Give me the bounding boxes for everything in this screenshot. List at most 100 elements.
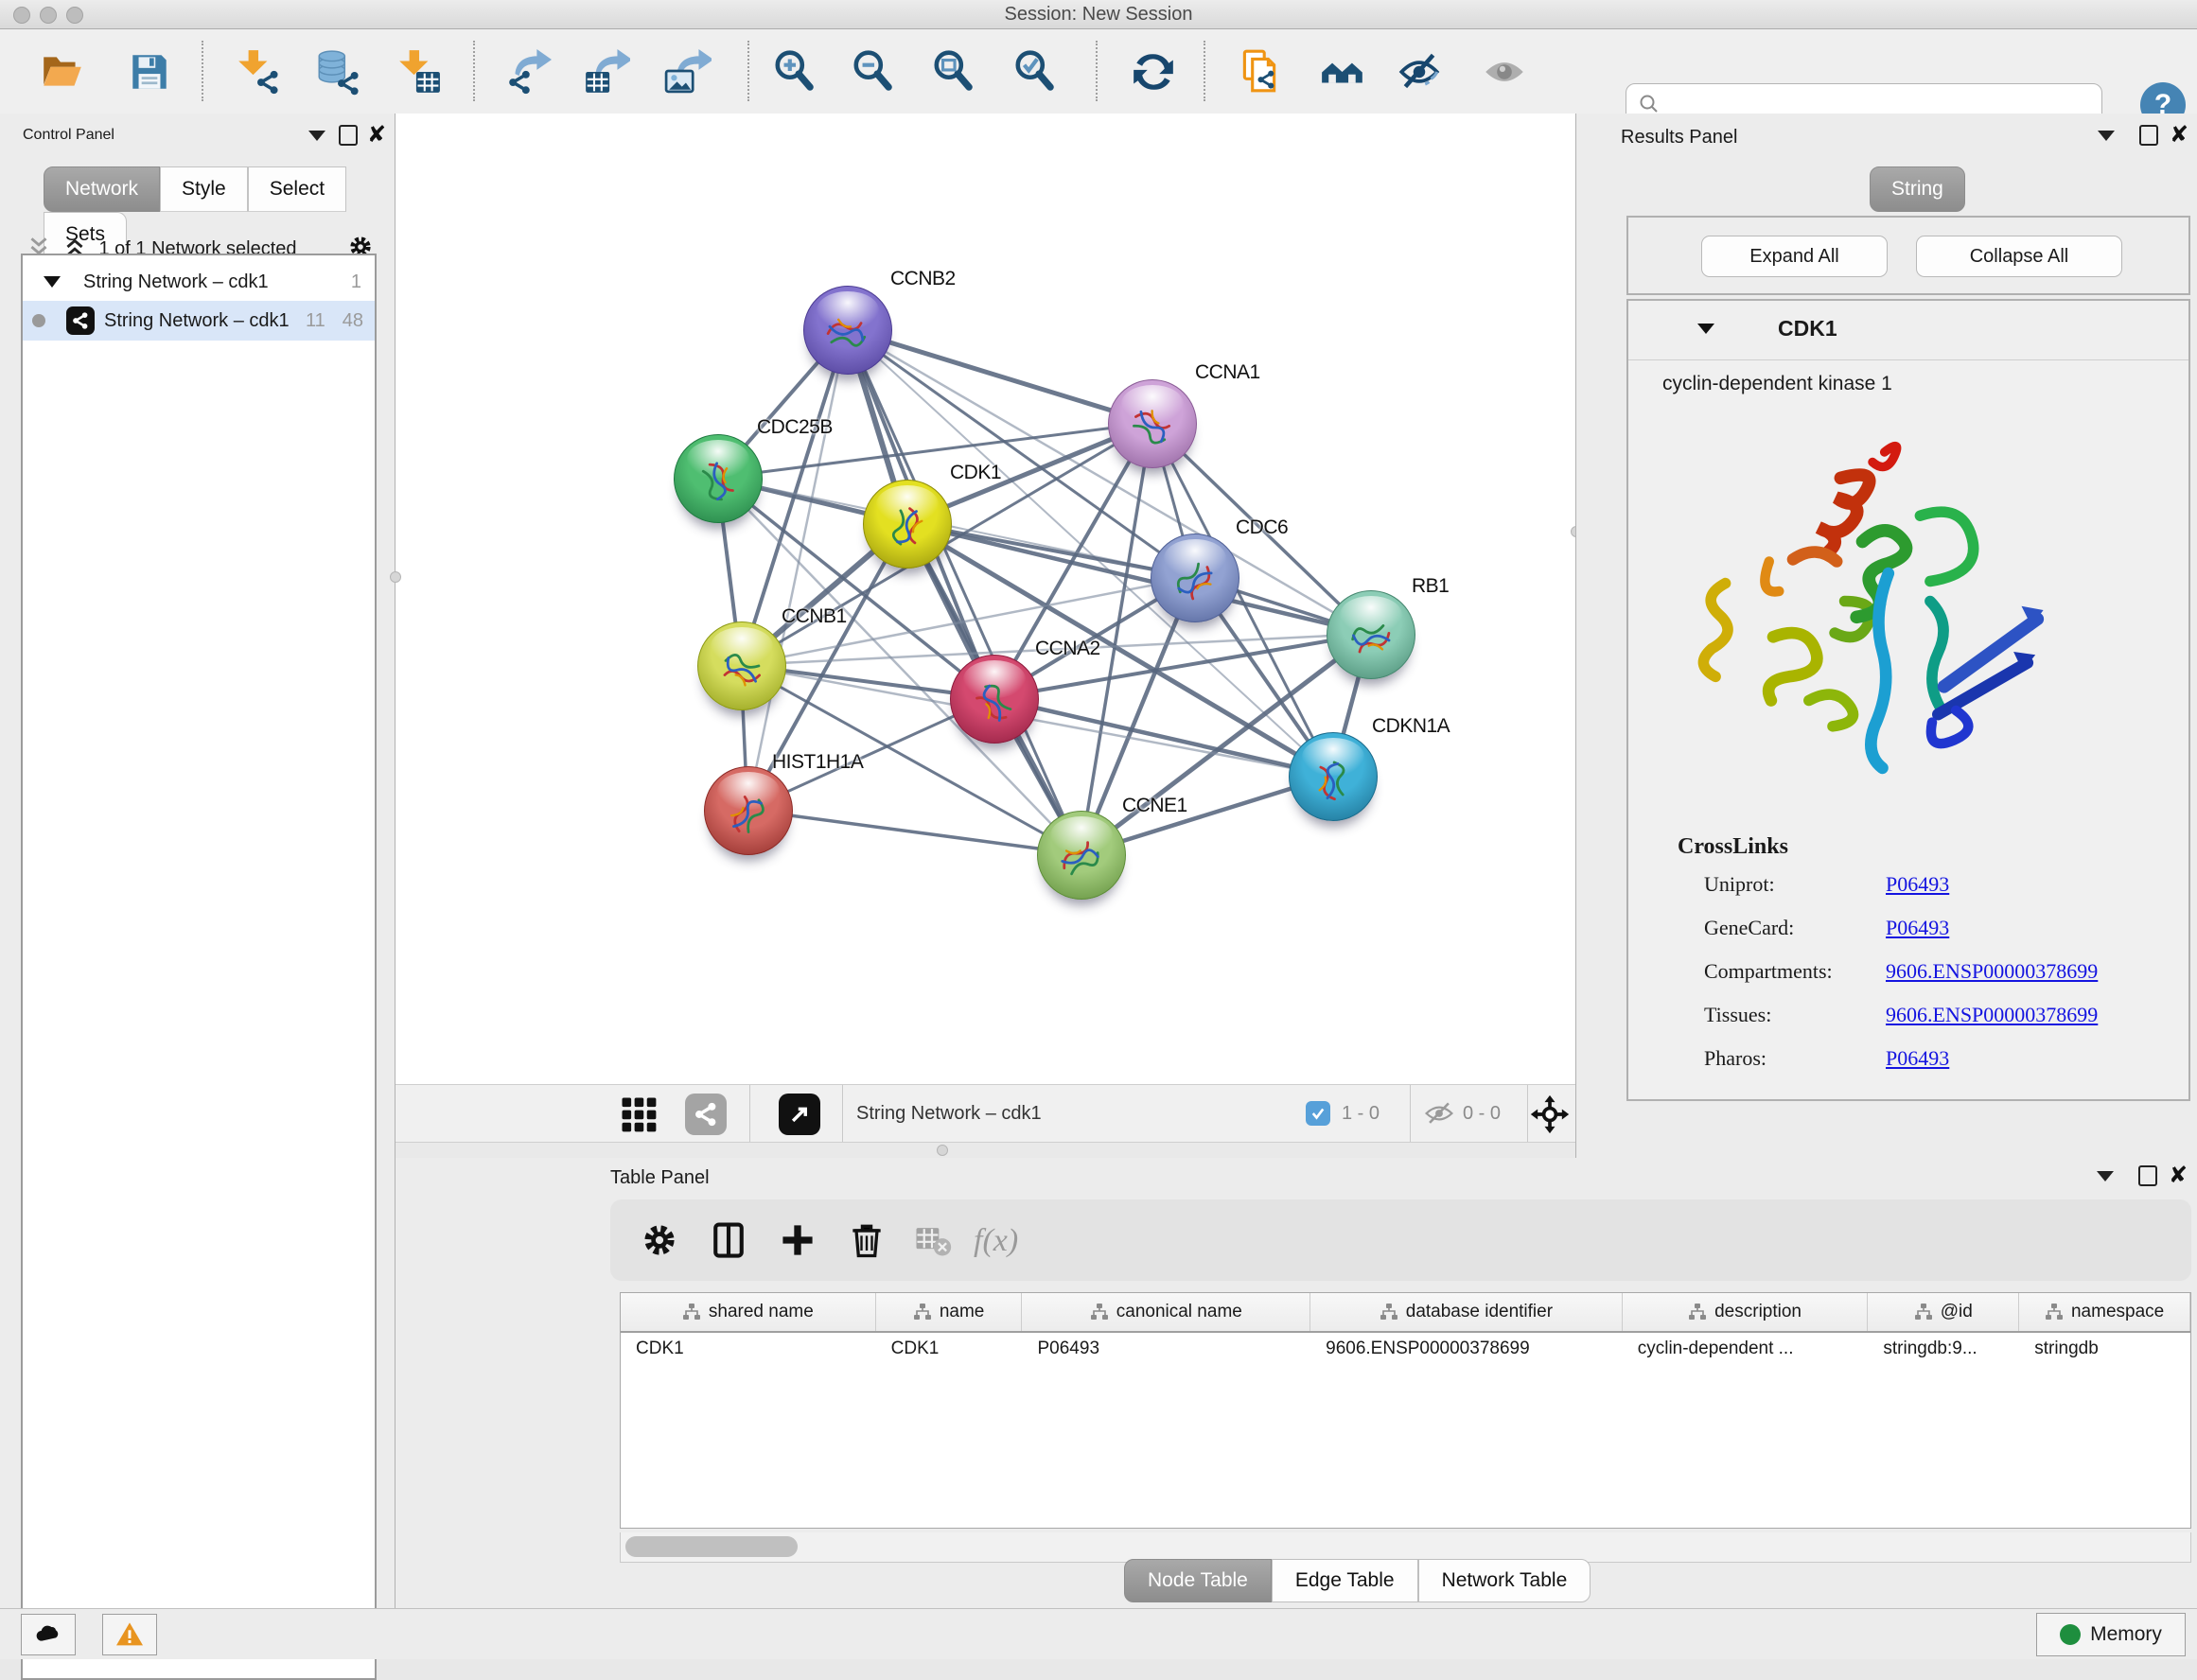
close-panel-icon[interactable]: ✘ [2169, 1167, 2188, 1184]
birdseye-view-icon[interactable] [779, 1094, 820, 1135]
clone-network-icon[interactable] [1236, 48, 1283, 96]
close-window-icon[interactable] [13, 7, 30, 24]
tab-select[interactable]: Select [248, 166, 346, 212]
open-session-icon[interactable] [39, 48, 86, 96]
column-header-namespace[interactable]: namespace [2019, 1293, 2190, 1331]
crosslink-link[interactable]: 9606.ENSP00000378699 [1886, 1003, 2098, 1027]
network-node-ccna1[interactable] [1108, 379, 1197, 468]
splitter-handle-icon[interactable] [937, 1145, 948, 1156]
zoom-out-icon[interactable] [850, 48, 897, 96]
function-builder-icon[interactable]: f(x) [972, 1219, 1040, 1261]
minimize-window-icon[interactable] [40, 7, 57, 24]
network-node-cdk1[interactable] [863, 480, 952, 569]
table-cell[interactable]: CDK1 [621, 1331, 876, 1367]
column-header-name[interactable]: name [876, 1293, 1023, 1331]
network-edge[interactable] [847, 329, 1081, 854]
zoom-window-icon[interactable] [66, 7, 83, 24]
table-cell[interactable]: stringdb:9... [1868, 1331, 2019, 1367]
crosslink-link[interactable]: P06493 [1886, 916, 1949, 940]
network-collection-row[interactable]: String Network – cdk1 1 [23, 263, 375, 301]
table-cell[interactable]: P06493 [1023, 1331, 1311, 1367]
crosslink-link[interactable]: P06493 [1886, 872, 1949, 897]
warnings-button[interactable] [102, 1614, 157, 1655]
network-node-hist1h1a[interactable] [704, 766, 793, 855]
protein-structure-thumbnail [1342, 612, 1399, 664]
scrollbar-thumb[interactable] [625, 1536, 798, 1557]
table-cell[interactable]: cyclin-dependent ... [1623, 1331, 1869, 1367]
share-view-icon[interactable] [685, 1094, 727, 1135]
show-panels-icon[interactable] [1481, 48, 1528, 96]
network-canvas[interactable]: CCNB2CCNA1CDC25BCDK1CDC6RB1CCNB1CCNA2CDK… [395, 114, 1575, 1084]
zoom-fit-icon[interactable] [930, 48, 977, 96]
add-column-icon[interactable] [777, 1219, 818, 1261]
left-splitter-handle-icon[interactable] [390, 571, 401, 583]
tab-edge-table[interactable]: Edge Table [1272, 1559, 1418, 1602]
import-network-icon[interactable] [234, 48, 281, 96]
table-cell[interactable]: 9606.ENSP00000378699 [1310, 1331, 1623, 1367]
string-home-icon[interactable] [1319, 48, 1366, 96]
table-cell[interactable]: CDK1 [876, 1331, 1023, 1367]
column-header-description[interactable]: description [1623, 1293, 1869, 1331]
column-header--id[interactable]: @id [1868, 1293, 2019, 1331]
table-row[interactable]: CDK1CDK1P064939606.ENSP00000378699cyclin… [621, 1331, 2190, 1367]
selected-count-checkbox[interactable] [1306, 1101, 1330, 1126]
memory-button[interactable]: Memory [2036, 1613, 2186, 1656]
tab-string[interactable]: String [1870, 166, 1965, 212]
zoom-selected-icon[interactable] [1011, 48, 1059, 96]
zoom-in-icon[interactable] [771, 48, 818, 96]
export-network-icon[interactable] [504, 48, 552, 96]
float-panel-icon[interactable] [2138, 1165, 2157, 1186]
float-panel-icon[interactable] [339, 125, 358, 146]
crosslink-link[interactable]: P06493 [1886, 1046, 1949, 1071]
show-columns-icon[interactable] [708, 1219, 749, 1261]
network-node-rb1[interactable] [1327, 590, 1415, 679]
panel-menu-icon[interactable] [2098, 131, 2115, 141]
network-edge[interactable] [747, 810, 1081, 854]
network-node-cdc6[interactable] [1151, 534, 1239, 622]
tab-node-table[interactable]: Node Table [1124, 1559, 1272, 1602]
delete-table-icon[interactable] [911, 1219, 953, 1261]
hide-panels-icon[interactable] [1396, 48, 1443, 96]
table-panel: Table Panel ✘ f(x) shared namenamecanoni… [395, 1158, 2197, 1608]
toolbar-separator [1096, 41, 1098, 101]
tree-expand-icon[interactable] [44, 276, 61, 288]
network-edge[interactable] [847, 329, 1370, 634]
float-panel-icon[interactable] [2139, 125, 2158, 146]
save-session-icon[interactable] [126, 48, 173, 96]
network-row-selected[interactable]: String Network – cdk1 11 48 [23, 301, 375, 341]
network-node-cdkn1a[interactable] [1289, 732, 1378, 821]
network-node-ccnb1[interactable] [697, 621, 786, 710]
close-panel-icon[interactable]: ✘ [367, 127, 386, 144]
network-node-ccnb2[interactable] [803, 286, 892, 375]
refresh-icon[interactable] [1130, 48, 1177, 96]
column-header-database-identifier[interactable]: database identifier [1310, 1293, 1623, 1331]
tab-style[interactable]: Style [160, 166, 248, 212]
tab-network-table[interactable]: Network Table [1418, 1559, 1591, 1602]
tab-network[interactable]: Network [44, 166, 160, 212]
panel-menu-icon[interactable] [2097, 1171, 2114, 1181]
export-table-icon[interactable] [583, 48, 630, 96]
grid-view-icon[interactable] [619, 1094, 659, 1134]
network-edge[interactable] [993, 698, 1332, 776]
table-settings-gear-icon[interactable] [639, 1219, 680, 1261]
expand-all-button[interactable]: Expand All [1701, 236, 1888, 277]
import-table-icon[interactable] [395, 48, 442, 96]
table-cell[interactable]: stringdb [2019, 1331, 2190, 1367]
fit-selected-crosshair-icon[interactable] [1529, 1094, 1571, 1135]
cloud-status-button[interactable] [21, 1614, 76, 1655]
collapse-all-button[interactable]: Collapse All [1916, 236, 2122, 277]
delete-column-trash-icon[interactable] [846, 1219, 888, 1261]
import-database-icon[interactable] [313, 48, 360, 96]
table-panel-splitter[interactable] [395, 1143, 1575, 1158]
export-image-icon[interactable] [664, 48, 712, 96]
network-node-ccne1[interactable] [1037, 811, 1126, 900]
close-panel-icon[interactable]: ✘ [2170, 127, 2188, 144]
network-node-ccna2[interactable] [950, 655, 1039, 744]
column-header-shared-name[interactable]: shared name [621, 1293, 876, 1331]
network-node-cdc25b[interactable] [674, 434, 763, 523]
crosslink-link[interactable]: 9606.ENSP00000378699 [1886, 959, 2098, 984]
network-edge[interactable] [847, 329, 1151, 423]
panel-menu-icon[interactable] [308, 131, 325, 141]
collapse-section-icon[interactable] [1697, 324, 1714, 334]
column-header-canonical-name[interactable]: canonical name [1022, 1293, 1310, 1331]
